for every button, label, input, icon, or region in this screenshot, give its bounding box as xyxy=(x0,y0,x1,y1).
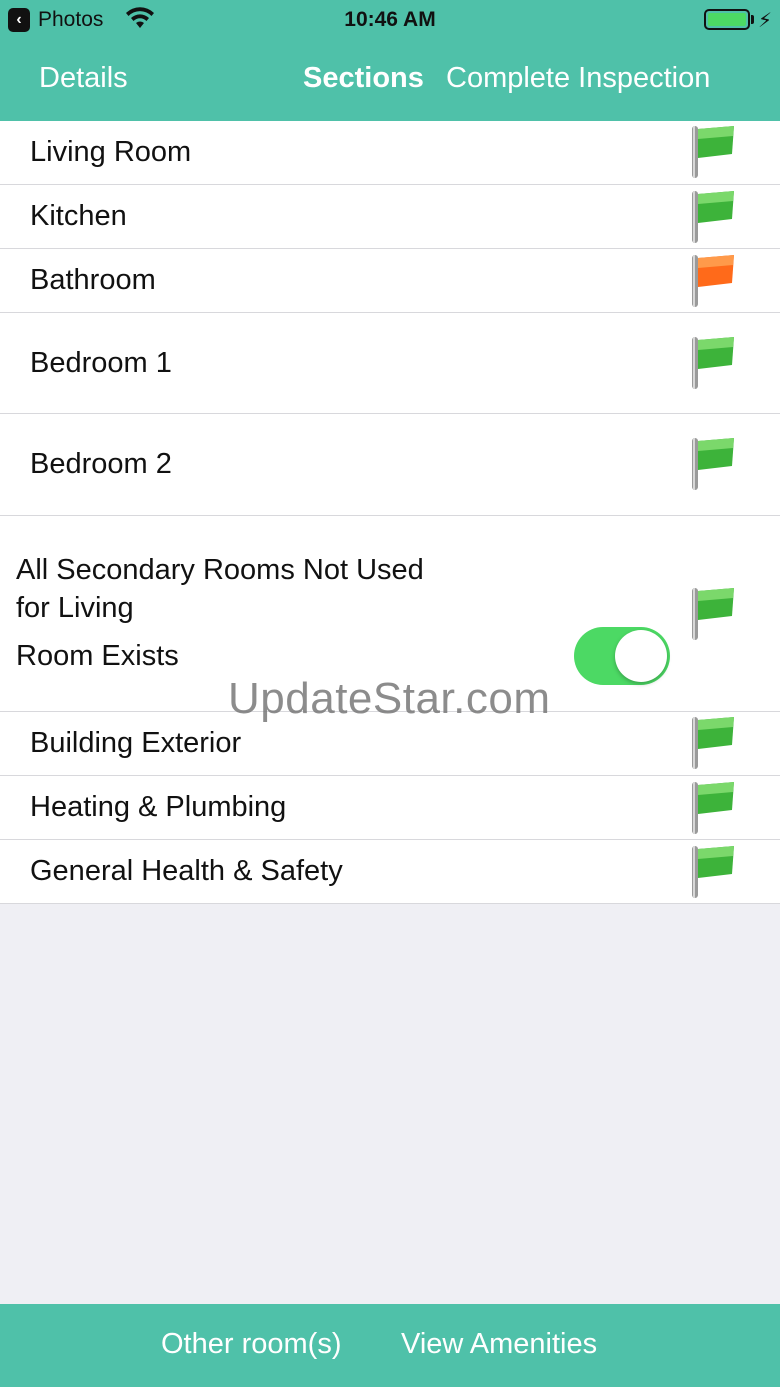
section-label-line2: for Living xyxy=(16,592,134,624)
sections-list: Living Room Kitchen Bathroom Bedroom 1 B… xyxy=(0,121,780,904)
section-row-bathroom[interactable]: Bathroom xyxy=(0,249,780,313)
section-row-bedroom-1[interactable]: Bedroom 1 xyxy=(0,313,780,414)
details-button[interactable]: Details xyxy=(39,62,128,95)
section-label: Bedroom 2 xyxy=(30,448,172,480)
status-bar: ‹ Photos 10:46 AM ⚡ xyxy=(0,0,780,40)
section-row-kitchen[interactable]: Kitchen xyxy=(0,185,780,249)
section-label: Bathroom xyxy=(30,264,156,296)
flag-icon xyxy=(692,191,734,243)
section-row-general-health-safety[interactable]: General Health & Safety xyxy=(0,840,780,903)
section-label: Bedroom 1 xyxy=(30,347,172,379)
complete-inspection-button[interactable]: Complete Inspection xyxy=(446,62,710,95)
flag-icon xyxy=(692,588,734,640)
header: ‹ Photos 10:46 AM ⚡ Details Sections Com… xyxy=(0,0,780,121)
toggle-knob xyxy=(615,630,667,682)
flag-icon xyxy=(692,255,734,307)
section-label: General Health & Safety xyxy=(30,855,343,887)
footer-toolbar: Other room(s) View Amenities xyxy=(0,1304,780,1387)
flag-icon xyxy=(692,717,734,769)
battery-nub xyxy=(751,15,754,24)
room-exists-label: Room Exists xyxy=(16,640,179,672)
section-row-living-room[interactable]: Living Room xyxy=(0,121,780,185)
flag-icon xyxy=(692,337,734,389)
section-label: Heating & Plumbing xyxy=(30,791,287,823)
flag-icon xyxy=(692,438,734,490)
section-label: Living Room xyxy=(30,136,192,168)
section-label: Building Exterior xyxy=(30,727,242,759)
watermark: UpdateStar.com xyxy=(228,674,551,723)
other-rooms-button[interactable]: Other room(s) xyxy=(161,1328,341,1361)
clock: 10:46 AM xyxy=(344,8,436,31)
section-row-bedroom-2[interactable]: Bedroom 2 xyxy=(0,414,780,516)
page-title: Sections xyxy=(303,62,424,94)
section-label: Kitchen xyxy=(30,200,127,232)
charging-bolt-icon: ⚡ xyxy=(758,10,773,32)
section-label-line1: All Secondary Rooms Not Used xyxy=(16,554,424,586)
battery-icon xyxy=(704,9,750,30)
flag-icon xyxy=(692,782,734,834)
flag-icon xyxy=(692,126,734,178)
view-amenities-button[interactable]: View Amenities xyxy=(401,1328,597,1361)
room-exists-toggle[interactable] xyxy=(574,627,670,685)
section-row-heating-plumbing[interactable]: Heating & Plumbing xyxy=(0,776,780,840)
flag-icon xyxy=(692,846,734,898)
